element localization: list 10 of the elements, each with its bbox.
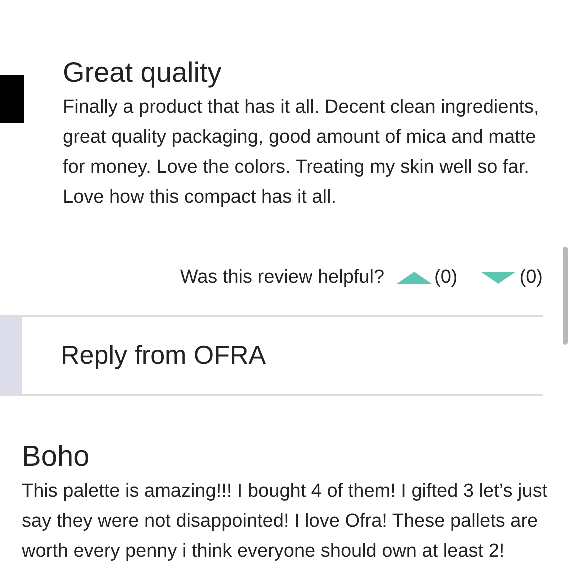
down-triangle-icon [480, 272, 516, 284]
review-title: Great quality [63, 56, 223, 90]
upvote-button[interactable]: (0) [396, 264, 458, 292]
up-triangle-icon [396, 272, 432, 284]
review-title: Boho [22, 440, 91, 474]
reply-label[interactable]: Reply from OFRA [61, 336, 266, 375]
review-body: Finally a product that has it all. Decent clean ingredients, great quality packaging, good amount of mica and matte for money. Love the colors. Treating my skin well so far. Love how this compact has it all. [63, 96, 540, 210]
helpful-prompt: Was this review helpful? [180, 266, 385, 290]
review-body: This palette is amazing!!! I bought 4 of them! I gifted 3 let’s just say they were not disappointed! I love Ofra! These pallets are worth every penny i think everyone should own at least 2! [22, 480, 549, 564]
downvote-button[interactable]: (0) [480, 264, 543, 292]
